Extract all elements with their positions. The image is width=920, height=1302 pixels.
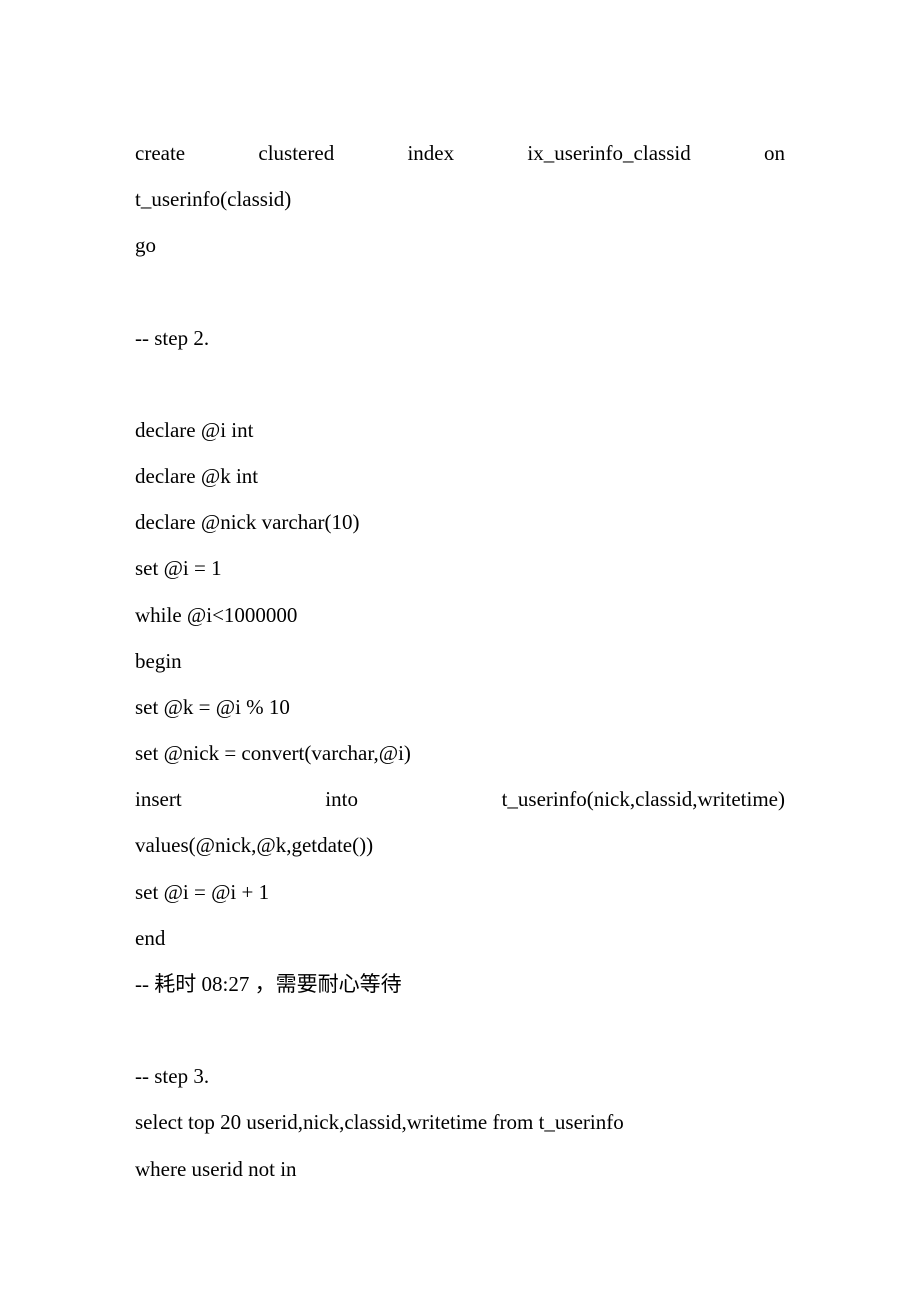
code-line: -- 耗时 08:27 ，需要耐心等待 bbox=[135, 961, 785, 1007]
code-line: declare @i int bbox=[135, 407, 785, 453]
blank-line bbox=[135, 1007, 785, 1053]
blank-line bbox=[135, 269, 785, 315]
code-line: end bbox=[135, 915, 785, 961]
code-line: set @i = 1 bbox=[135, 545, 785, 591]
code-line: declare @k int bbox=[135, 453, 785, 499]
document-content: create clustered index ix_userinfo_class… bbox=[135, 130, 785, 1192]
code-line: where userid not in bbox=[135, 1146, 785, 1192]
code-line: select top 20 userid,nick,classid,writet… bbox=[135, 1099, 785, 1145]
code-line: -- step 2. bbox=[135, 315, 785, 361]
code-line: set @nick = convert(varchar,@i) bbox=[135, 730, 785, 776]
code-line: create clustered index ix_userinfo_class… bbox=[135, 130, 785, 176]
code-line: go bbox=[135, 222, 785, 268]
code-line: set @k = @i % 10 bbox=[135, 684, 785, 730]
blank-line bbox=[135, 361, 785, 407]
code-line: begin bbox=[135, 638, 785, 684]
code-line: declare @nick varchar(10) bbox=[135, 499, 785, 545]
code-line: set @i = @i + 1 bbox=[135, 869, 785, 915]
code-line: -- step 3. bbox=[135, 1053, 785, 1099]
code-line: t_userinfo(classid) bbox=[135, 176, 785, 222]
code-line: while @i<1000000 bbox=[135, 592, 785, 638]
code-line: values(@nick,@k,getdate()) bbox=[135, 822, 785, 868]
code-line: insert into t_userinfo(nick,classid,writ… bbox=[135, 776, 785, 822]
